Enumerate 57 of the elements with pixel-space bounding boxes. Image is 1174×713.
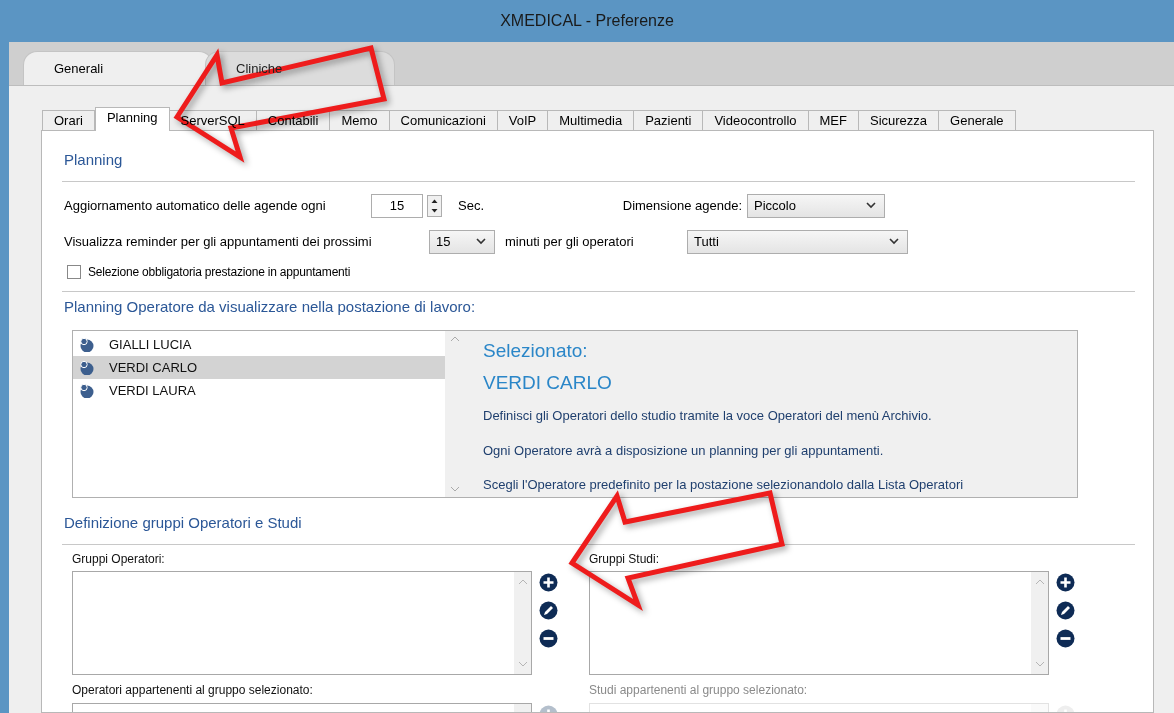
- tab[interactable]: Planning: [94, 107, 170, 131]
- dropdown-value: Piccolo: [754, 196, 796, 215]
- scroll-down-icon[interactable]: [1034, 660, 1045, 668]
- remove-icon[interactable]: [1056, 628, 1075, 648]
- section-heading: Definizione gruppi Operatori e Studi: [63, 513, 303, 533]
- list-label: Gruppi Operatori:: [72, 550, 166, 566]
- scroll-up-icon[interactable]: [517, 577, 528, 585]
- field-label: Aggiornamento automatico delle agende ogni: [64, 196, 327, 215]
- section-heading: Planning Operatore da visualizzare nella postazione di lavoro:: [63, 296, 477, 317]
- checkbox[interactable]: [67, 264, 81, 279]
- list-label: Operatori appartenenti al gruppo selezionato:: [72, 681, 314, 697]
- scroll-up-icon[interactable]: [450, 335, 460, 342]
- tab[interactable]: Generale: [938, 110, 1016, 130]
- info-text: Definisci gli Operatori dello studio tramite la voce Operatori del menù Archivio.: [483, 407, 933, 425]
- operator-name: VERDI CARLO: [109, 358, 198, 377]
- tab[interactable]: Orari: [42, 110, 95, 130]
- info-title: Selezionato:: [483, 339, 589, 363]
- info-text: Ogni Operatore avrà a disposizione un planning per gli appuntamenti.: [483, 441, 885, 460]
- spinner[interactable]: [427, 194, 442, 217]
- unit-label: Sec.: [458, 196, 485, 215]
- info-text: Scegli l'Operatore predefinito per la postazione selezionandolo dalla Lista Operatori: [483, 476, 964, 494]
- operator-name: GIALLI LUCIA: [109, 335, 192, 354]
- operator-name: VERDI LAURA: [109, 381, 196, 400]
- unit-label: minuti per gli operatori: [505, 232, 635, 251]
- add-icon[interactable]: [1056, 572, 1075, 592]
- user-icon: [79, 383, 95, 398]
- chevron-down-icon: [476, 238, 486, 245]
- group-list[interactable]: [589, 570, 1049, 675]
- scroll-down-icon[interactable]: [450, 486, 460, 493]
- field-label: Visualizza reminder per gli appuntamenti dei prossimi: [64, 232, 373, 251]
- section-heading: Planning: [63, 150, 124, 170]
- scroll-down-icon[interactable]: [517, 660, 528, 668]
- operator-list-item[interactable]: VERDI LAURA: [73, 379, 445, 402]
- operator-list-item[interactable]: GIALLI LUCIA: [73, 333, 445, 356]
- operator-list-item[interactable]: VERDI CARLO: [73, 356, 445, 379]
- dropdown-value: 15: [436, 232, 451, 251]
- field-label: Dimensione agende:: [621, 196, 743, 215]
- scroll-up-icon[interactable]: [1034, 577, 1045, 585]
- edit-icon[interactable]: [1056, 600, 1075, 620]
- dropdown[interactable]: Piccolo: [747, 193, 885, 218]
- edit-icon[interactable]: [539, 600, 558, 620]
- list-label: Studi appartenenti al gruppo selezionato:: [589, 681, 809, 697]
- chevron-down-icon: [866, 202, 876, 209]
- selected-operator-name: VERDI CARLO: [483, 371, 613, 395]
- user-icon: [79, 360, 95, 375]
- number-field[interactable]: 15: [371, 193, 423, 218]
- dropdown[interactable]: Tutti: [687, 229, 908, 254]
- dropdown[interactable]: 15: [429, 229, 495, 254]
- add-icon[interactable]: [539, 572, 558, 592]
- list-label: Gruppi Studi:: [589, 550, 661, 566]
- user-icon: [79, 337, 95, 352]
- remove-icon[interactable]: [539, 628, 558, 648]
- window-title: XMEDICAL - Preferenze: [500, 11, 674, 31]
- dropdown-value: Tutti: [694, 232, 719, 251]
- chevron-down-icon: [889, 238, 899, 245]
- group-list[interactable]: [72, 570, 532, 675]
- checkbox-label: Selezione obbligatoria prestazione in appuntamenti: [88, 263, 351, 281]
